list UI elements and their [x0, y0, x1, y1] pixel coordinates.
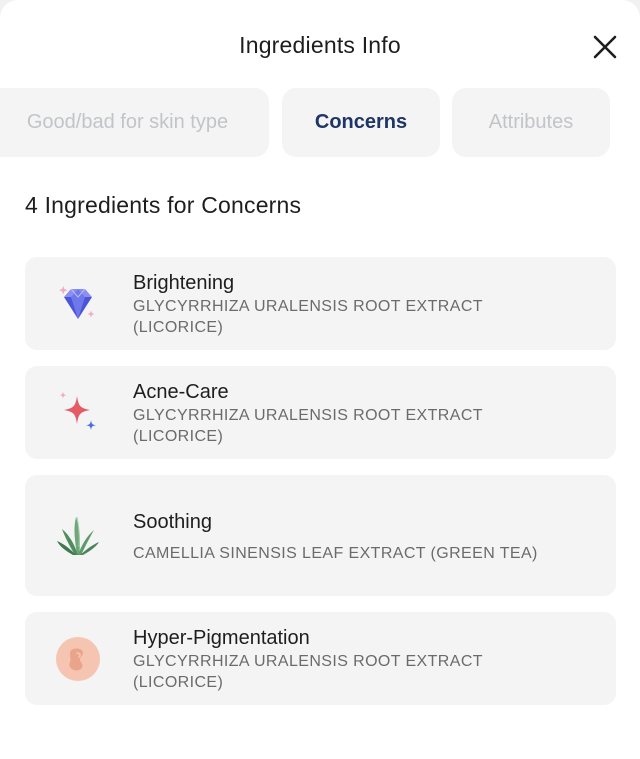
aloe-icon — [57, 516, 99, 555]
ingredients-info-sheet: Ingredients Info Good/bad for skin type … — [0, 0, 640, 759]
concern-card-soothing[interactable]: Soothing CAMELLIA SINENSIS LEAF EXTRACT … — [25, 475, 616, 596]
concern-title: Hyper-Pigmentation — [133, 627, 310, 649]
sheet-header: Ingredients Info — [0, 0, 640, 90]
close-button[interactable] — [588, 30, 622, 64]
sparkle-icon — [59, 392, 96, 430]
section-title: 4 Ingredients for Concerns — [25, 192, 302, 218]
concern-ingredients: GLYCYRRHIZA URALENSIS ROOT EXTRACT (LICO… — [133, 407, 483, 445]
diamond-icon — [59, 286, 95, 319]
concern-card-acne-care[interactable]: Acne-Care GLYCYRRHIZA URALENSIS ROOT EXT… — [25, 366, 616, 459]
sheet-title: Ingredients Info — [239, 32, 401, 58]
close-icon — [593, 35, 617, 59]
tab-bar: Good/bad for skin type Concerns Attribut… — [0, 88, 640, 158]
concern-card-brightening[interactable]: Brightening GLYCYRRHIZA URALENSIS ROOT E… — [25, 257, 616, 350]
concern-title: Acne-Care — [133, 381, 229, 403]
tab-attributes[interactable]: Attributes — [452, 88, 610, 157]
concern-ingredients: GLYCYRRHIZA URALENSIS ROOT EXTRACT (LICO… — [133, 653, 483, 691]
concern-ingredients: GLYCYRRHIZA URALENSIS ROOT EXTRACT (LICO… — [133, 298, 483, 336]
concern-card-hyper-pigmentation[interactable]: Hyper-Pigmentation GLYCYRRHIZA URALENSIS… — [25, 612, 616, 705]
tab-concerns[interactable]: Concerns — [282, 88, 440, 157]
skin-spot-icon — [56, 637, 100, 681]
concern-ingredients: CAMELLIA SINENSIS LEAF EXTRACT (GREEN TE… — [133, 545, 538, 562]
concern-title: Brightening — [133, 272, 235, 294]
tab-skin-type[interactable]: Good/bad for skin type — [0, 88, 269, 157]
concern-title: Soothing — [133, 511, 212, 533]
